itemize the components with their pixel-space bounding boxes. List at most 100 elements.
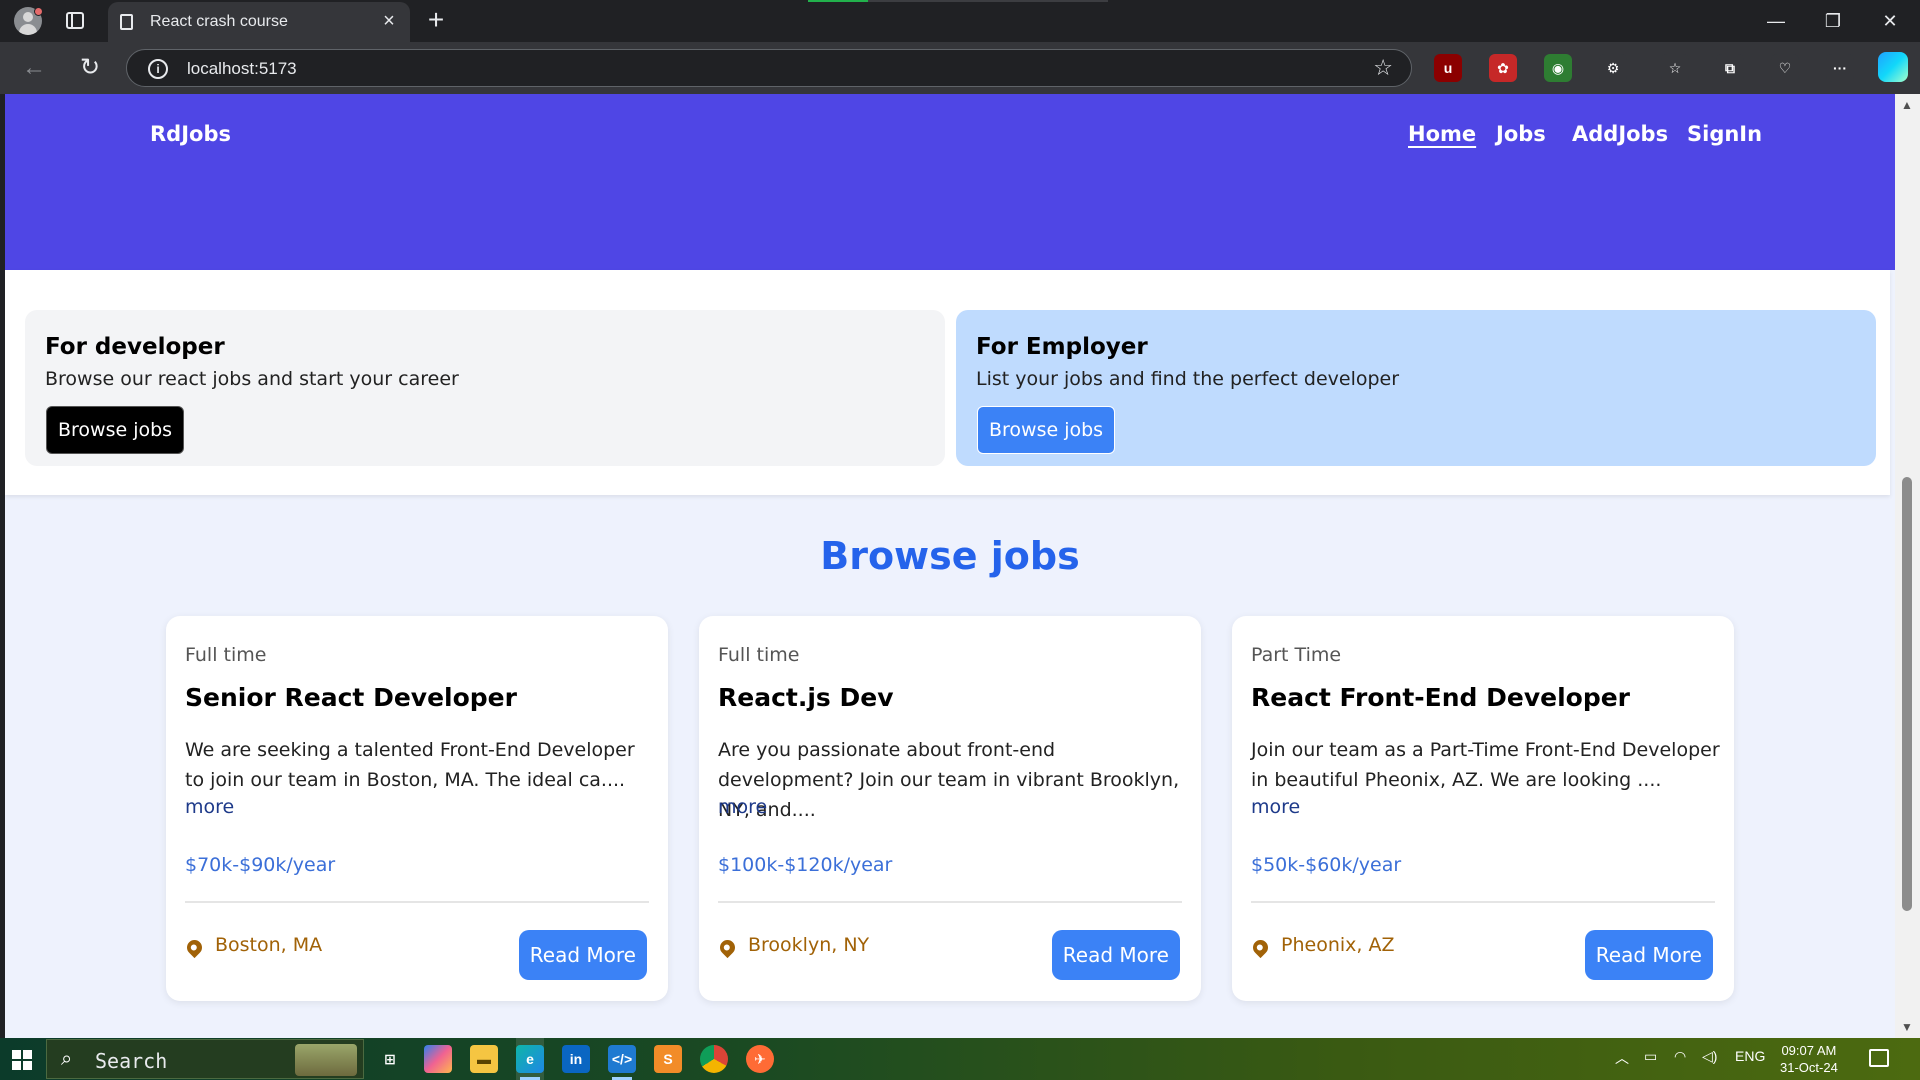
job-more-link[interactable]: more: [1251, 796, 1300, 818]
performance-icon[interactable]: ♡: [1771, 54, 1799, 82]
read-more-button[interactable]: Read More: [518, 930, 647, 980]
nav-home[interactable]: Home: [1408, 122, 1476, 146]
job-type: Part Time: [1251, 644, 1342, 666]
employer-browse-jobs-button[interactable]: Browse jobs: [977, 406, 1116, 454]
collections-icon[interactable]: ⧉: [1716, 54, 1744, 82]
bookmark-star-icon[interactable]: ☆: [1373, 55, 1393, 81]
notifications-icon[interactable]: [1869, 1049, 1889, 1067]
copilot-icon[interactable]: [1878, 52, 1908, 82]
back-arrow-icon[interactable]: ←: [20, 54, 48, 82]
job-type: Full time: [718, 644, 800, 666]
ublock-icon[interactable]: u: [1434, 54, 1462, 82]
taskbar-search-box[interactable]: ⌕ Search: [46, 1039, 364, 1079]
extensions-puzzle-icon[interactable]: ⚙: [1599, 54, 1627, 82]
page-scrollbar[interactable]: ▲ ▼: [1895, 94, 1920, 1038]
developer-card-text: Browse our react jobs and start your car…: [45, 368, 459, 390]
windows-start-icon[interactable]: [12, 1050, 32, 1070]
profile-status-icon: [34, 7, 43, 16]
scroll-down-icon[interactable]: ▼: [1901, 1020, 1913, 1034]
brand-logo[interactable]: RdJobs: [150, 122, 231, 146]
job-more-link[interactable]: more: [718, 796, 767, 818]
vscode-icon[interactable]: </>: [608, 1045, 636, 1073]
taskbar-clock[interactable]: 09:07 AM 31-Oct-24: [1780, 1042, 1838, 1076]
employer-card: For Employer List your jobs and find the…: [956, 310, 1876, 466]
copilot-taskbar-icon[interactable]: [424, 1045, 452, 1073]
windows-taskbar: ⌕ Search ⊞ ▬ e in </> S ✈ ︿ ▭ ◠ ◁) ENG 0…: [0, 1038, 1920, 1080]
volume-icon[interactable]: ◁): [1702, 1048, 1717, 1065]
sublime-icon[interactable]: S: [654, 1045, 682, 1073]
close-tab-icon[interactable]: ×: [378, 10, 400, 32]
job-type: Full time: [185, 644, 267, 666]
extension-red-icon[interactable]: ✿: [1489, 54, 1517, 82]
search-icon: ⌕: [61, 1048, 73, 1070]
nav-addjobs[interactable]: AddJobs: [1572, 122, 1668, 146]
job-card: Full time Senior React Developer We are …: [166, 616, 668, 1001]
clock-date: 31-Oct-24: [1780, 1060, 1838, 1075]
wifi-icon[interactable]: ◠: [1674, 1048, 1686, 1065]
nav-signin[interactable]: SignIn: [1687, 122, 1762, 146]
job-salary: $70k-$90k/year: [185, 854, 336, 876]
employer-card-text: List your jobs and find the perfect deve…: [976, 368, 1400, 390]
developer-card-title: For developer: [45, 334, 225, 360]
scroll-up-icon[interactable]: ▲: [1901, 98, 1913, 112]
job-description: Are you passionate about front-end devel…: [718, 739, 1180, 821]
language-indicator[interactable]: ENG: [1735, 1048, 1765, 1064]
browse-jobs-heading: Browse jobs: [820, 534, 1080, 578]
tab-actions-icon[interactable]: [66, 12, 84, 29]
browser-tab-strip: React crash course × + — ❐ ✕: [0, 0, 1920, 42]
page-icon: [120, 14, 133, 30]
job-title: React.js Dev: [718, 683, 894, 712]
job-title: React Front-End Developer: [1251, 683, 1631, 712]
job-location: Brooklyn, NY: [748, 934, 870, 956]
search-highlight-image: [295, 1044, 357, 1076]
site-info-icon[interactable]: i: [148, 59, 168, 79]
tab-react-crash-course[interactable]: React crash course ×: [108, 2, 410, 42]
job-card: Full time React.js Dev Are you passionat…: [699, 616, 1201, 1001]
job-card: Part Time React Front-End Developer Join…: [1232, 616, 1734, 1001]
new-tab-icon[interactable]: +: [422, 6, 450, 34]
job-location: Pheonix, AZ: [1281, 934, 1395, 956]
restore-icon[interactable]: ❐: [1813, 8, 1853, 34]
favorites-icon[interactable]: ☆: [1661, 54, 1689, 82]
read-more-button[interactable]: Read More: [1584, 930, 1713, 980]
file-explorer-icon[interactable]: ▬: [470, 1045, 498, 1073]
location-pin-icon: [183, 936, 206, 959]
extension-globe-icon[interactable]: ◉: [1544, 54, 1572, 82]
close-window-icon[interactable]: ✕: [1870, 8, 1910, 34]
address-bar[interactable]: i localhost:5173 ☆: [126, 49, 1412, 87]
linkedin-icon[interactable]: in: [562, 1045, 590, 1073]
edge-browser-icon[interactable]: e: [516, 1045, 544, 1073]
job-location: Boston, MA: [215, 934, 323, 956]
divider: [718, 901, 1182, 903]
more-menu-icon[interactable]: ···: [1826, 54, 1854, 82]
show-hidden-icons[interactable]: ︿: [1615, 1048, 1629, 1068]
battery-icon[interactable]: ▭: [1644, 1048, 1657, 1065]
chrome-icon[interactable]: [700, 1045, 728, 1073]
job-title: Senior React Developer: [185, 683, 517, 712]
job-salary: $50k-$60k/year: [1251, 854, 1402, 876]
hero-cards-section: For developer Browse our react jobs and …: [5, 270, 1890, 495]
job-description: Join our team as a Part-Time Front-End D…: [1251, 739, 1720, 791]
job-more-link[interactable]: more: [185, 796, 234, 818]
read-more-button[interactable]: Read More: [1051, 930, 1180, 980]
postman-icon[interactable]: ✈: [746, 1045, 774, 1073]
loading-bar: [808, 0, 1108, 2]
tab-title: React crash course: [150, 13, 288, 30]
developer-browse-jobs-button[interactable]: Browse jobs: [46, 406, 185, 454]
location-pin-icon: [1249, 936, 1272, 959]
reload-icon[interactable]: ↻: [76, 54, 104, 82]
location-pin-icon: [716, 936, 739, 959]
developer-card: For developer Browse our react jobs and …: [25, 310, 945, 466]
job-salary: $100k-$120k/year: [718, 854, 893, 876]
divider: [185, 901, 649, 903]
divider: [1251, 901, 1715, 903]
scroll-thumb[interactable]: [1902, 477, 1912, 911]
employer-card-title: For Employer: [976, 334, 1148, 360]
search-placeholder: Search: [95, 1049, 168, 1073]
page-viewport: RdJobs Home Jobs AddJobs SignIn For deve…: [5, 94, 1895, 1038]
task-view-icon[interactable]: ⊞: [376, 1045, 404, 1073]
nav-jobs[interactable]: Jobs: [1496, 122, 1546, 146]
job-description: We are seeking a talented Front-End Deve…: [185, 739, 635, 791]
minimize-icon[interactable]: —: [1756, 8, 1796, 34]
url-text[interactable]: localhost:5173: [187, 59, 297, 79]
